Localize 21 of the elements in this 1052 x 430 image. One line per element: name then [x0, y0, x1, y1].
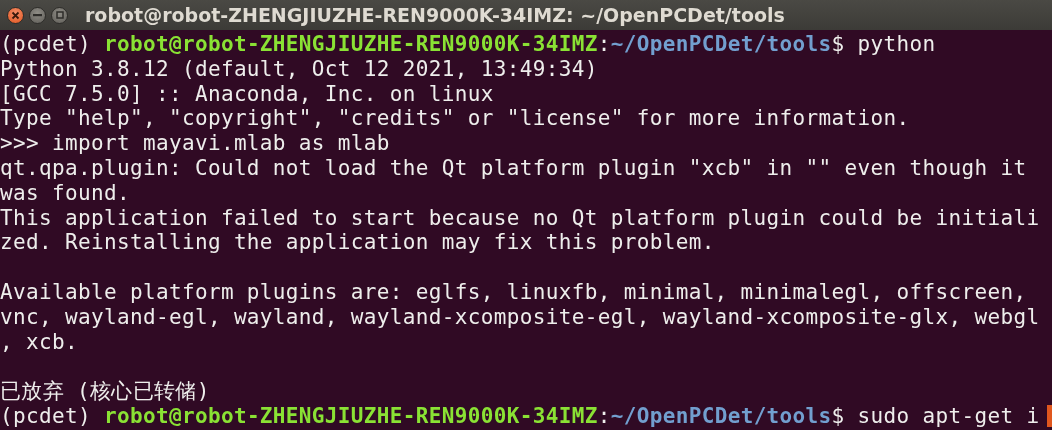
output-line: [GCC 7.5.0] :: Anaconda, Inc. on linux: [0, 81, 494, 107]
output-line: vnc, wayland-egl, wayland, wayland-xcomposite-egl, wayland-xcomposite-glx, webgl: [0, 304, 1040, 330]
prompt-line: (pcdet) robot@robot-ZHENGJIUZHE-REN9000K-34IMZ:~/OpenPCDet/tools$ sudo apt-get i: [0, 403, 1040, 429]
close-button[interactable]: [7, 6, 24, 24]
close-icon: [11, 10, 20, 20]
output-line: qt.qpa.plugin: Could not load the Qt platform plugin "xcb" in "" even though it: [0, 156, 1027, 181]
output-line: , xcb.: [0, 329, 78, 355]
minimize-button[interactable]: [29, 6, 46, 24]
output-line: Available platform plugins are: eglfs, linuxfb, minimal, minimalegl, offscreen,: [0, 279, 1027, 305]
prompt-line: (pcdet) robot@robot-ZHENGJIUZHE-REN9000K-34IMZ:~/OpenPCDet/tools$ python: [0, 32, 936, 57]
output-line: 已放弃 (核心已转储): [0, 379, 210, 404]
window-title: robot@robot-ZHENGJIUZHE-REN9000K-34IMZ: ~/OpenPCDet/tools: [85, 4, 785, 26]
maximize-button[interactable]: [51, 6, 68, 24]
output-line: zed. Reinstalling the application may fix this problem.: [0, 230, 715, 256]
output-line: was found.: [0, 180, 130, 206]
output-line: This application failed to start because no Qt platform plugin could be initiali: [0, 205, 1040, 231]
output-line: Python 3.8.12 (default, Oct 12 2021, 13:49:34): [0, 56, 598, 82]
minimize-icon: [33, 13, 42, 17]
output-line: Type "help", "copyright", "credits" or "license" for more information.: [0, 106, 910, 132]
output-line: >>> import mayavi.mlab as mlab: [0, 131, 390, 156]
maximize-icon: [55, 11, 64, 19]
